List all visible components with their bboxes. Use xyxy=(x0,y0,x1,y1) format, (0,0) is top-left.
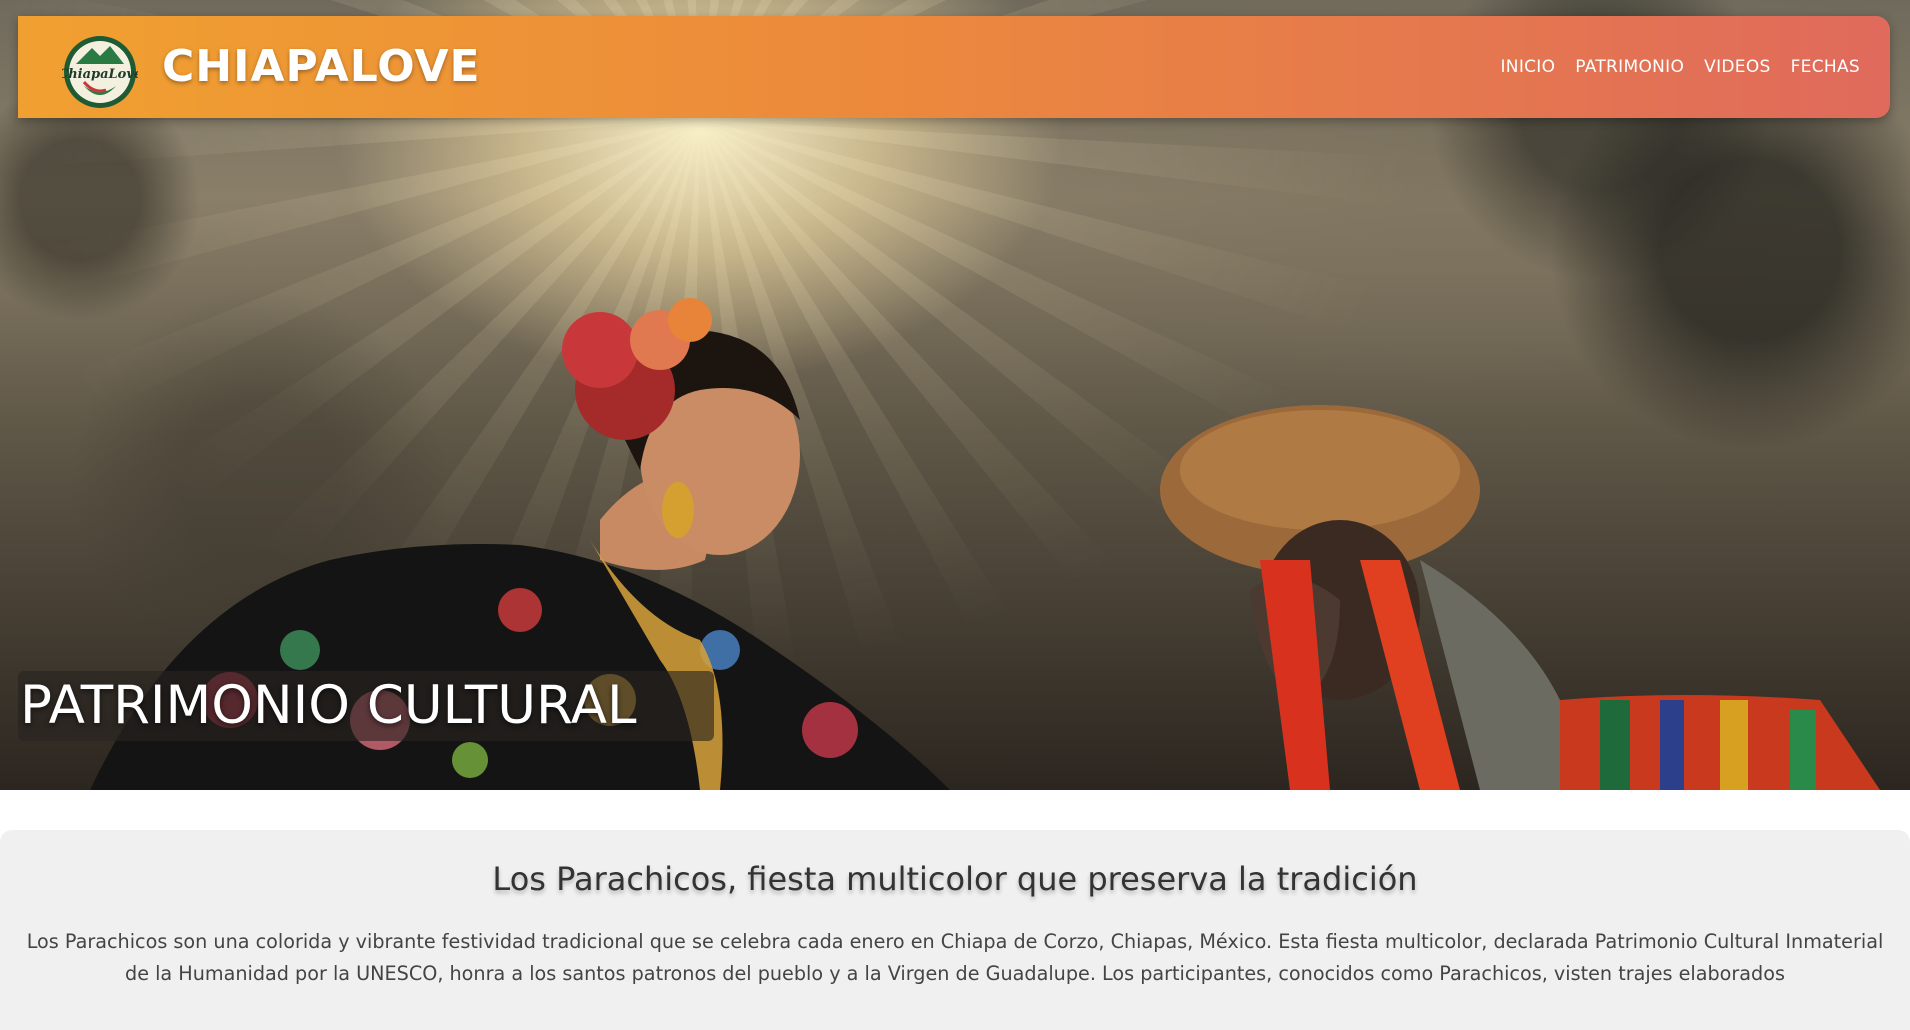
hero-title: PATRIMONIO CULTURAL xyxy=(18,671,714,741)
brand-name[interactable]: CHIAPALOVE xyxy=(162,16,481,118)
nav-menu: INICIO PATRIMONIO VIDEOS FECHAS xyxy=(1500,16,1860,118)
nav-link-patrimonio[interactable]: PATRIMONIO xyxy=(1575,57,1684,77)
article-section: Los Parachicos, fiesta multicolor que pr… xyxy=(0,830,1910,1030)
nav-link-fechas[interactable]: FECHAS xyxy=(1791,57,1860,77)
parachico-figure xyxy=(1160,405,1880,790)
chiapalove-logo[interactable]: ChiapaLove xyxy=(58,34,142,110)
nav-link-inicio[interactable]: INICIO xyxy=(1500,57,1555,77)
nav-link-videos[interactable]: VIDEOS xyxy=(1704,57,1770,77)
top-navbar: ChiapaLove CHIAPALOVE INICIO PATRIMONIO … xyxy=(18,16,1890,118)
logo-wordmark: ChiapaLove xyxy=(62,67,138,82)
hero-banner: ChiapaLove CHIAPALOVE INICIO PATRIMONIO … xyxy=(0,0,1910,790)
article-body: Los Parachicos son una colorida y vibran… xyxy=(26,930,1884,985)
article-heading: Los Parachicos, fiesta multicolor que pr… xyxy=(492,860,1418,898)
